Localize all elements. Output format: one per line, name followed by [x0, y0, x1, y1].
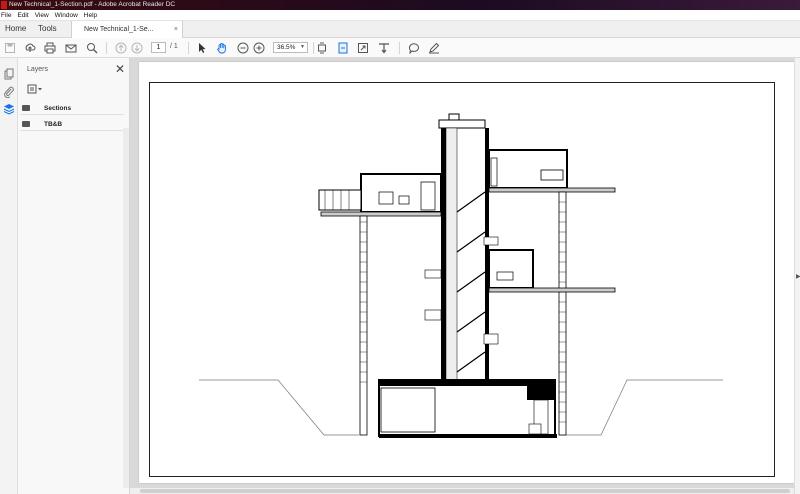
- pdf-page: [139, 62, 794, 483]
- close-tab-icon[interactable]: ×: [174, 21, 178, 38]
- menu-edit[interactable]: Edit: [17, 12, 28, 19]
- tab-bar: Home Tools New Technical_1-Se... ×: [0, 21, 800, 38]
- fit-page-icon[interactable]: [316, 42, 328, 54]
- layers-panel: Layers ✕ Sections TB&B: [18, 58, 130, 494]
- zoom-level-select[interactable]: 36.5% ▼: [273, 42, 308, 53]
- eye-icon[interactable]: [22, 121, 30, 127]
- full-screen-icon[interactable]: [357, 42, 369, 54]
- toolbar-separator: [399, 42, 400, 54]
- section-drawing: [199, 113, 723, 438]
- menu-bar: File Edit View Window Help: [0, 10, 800, 21]
- tab-document[interactable]: New Technical_1-Se... ×: [71, 21, 183, 38]
- scrollbar-thumb[interactable]: [140, 489, 790, 493]
- toolbar-separator: [106, 42, 107, 54]
- panel-scrollbar[interactable]: [123, 128, 129, 488]
- title-bar: New Technical_1-Section.pdf - Adobe Acro…: [0, 0, 800, 10]
- upload-icon[interactable]: [24, 42, 36, 54]
- eye-icon[interactable]: [22, 105, 30, 111]
- search-icon[interactable]: [86, 42, 98, 54]
- attachments-icon[interactable]: [3, 86, 15, 99]
- chevron-down-icon: ▼: [300, 44, 305, 50]
- email-icon[interactable]: [65, 42, 77, 54]
- page-number-input[interactable]: 1: [151, 42, 166, 53]
- collapse-right-pane-icon[interactable]: ▶: [796, 273, 800, 280]
- fit-width-icon[interactable]: [337, 42, 349, 54]
- scroll-mode-icon[interactable]: [378, 42, 390, 54]
- toolbar-separator: [313, 42, 314, 54]
- zoom-out-icon[interactable]: [237, 42, 249, 54]
- horizontal-scrollbar[interactable]: [130, 488, 794, 494]
- page-up-icon[interactable]: [115, 42, 127, 54]
- page-thumbnails-icon[interactable]: [3, 68, 15, 80]
- toolbar: 1 / 1 36.5% ▼: [0, 38, 800, 58]
- print-icon[interactable]: [44, 42, 56, 54]
- layer-label: Sections: [44, 105, 72, 112]
- page-down-icon[interactable]: [131, 42, 143, 54]
- save-icon[interactable]: [4, 42, 16, 54]
- layer-label: TB&B: [44, 121, 63, 128]
- layer-item-sections[interactable]: Sections: [20, 102, 124, 115]
- menu-file[interactable]: File: [1, 12, 11, 19]
- layer-options-button[interactable]: [27, 84, 43, 94]
- close-icon[interactable]: ✕: [115, 63, 125, 75]
- layers-icon[interactable]: [3, 103, 15, 115]
- tab-tools[interactable]: Tools: [38, 21, 57, 37]
- zoom-level-value: 36.5%: [277, 44, 296, 51]
- zoom-in-icon[interactable]: [253, 42, 265, 54]
- select-cursor-icon[interactable]: [196, 42, 208, 54]
- document-viewport[interactable]: [130, 58, 794, 488]
- layer-item-tbb[interactable]: TB&B: [20, 118, 124, 131]
- hand-icon[interactable]: [216, 42, 228, 54]
- navigation-rail: [0, 58, 18, 494]
- page-total: / 1: [170, 43, 178, 50]
- menu-help[interactable]: Help: [84, 12, 97, 19]
- layers-panel-title: Layers: [27, 66, 49, 73]
- toolbar-separator: [188, 42, 189, 54]
- pdf-app-icon: [1, 1, 7, 9]
- tab-home[interactable]: Home: [5, 21, 26, 37]
- menu-view[interactable]: View: [35, 12, 49, 19]
- tab-document-label: New Technical_1-Se...: [84, 26, 154, 33]
- sign-icon[interactable]: [428, 42, 440, 54]
- menu-window[interactable]: Window: [55, 12, 78, 19]
- comment-icon[interactable]: [408, 42, 420, 54]
- window-title: New Technical_1-Section.pdf - Adobe Acro…: [9, 1, 176, 8]
